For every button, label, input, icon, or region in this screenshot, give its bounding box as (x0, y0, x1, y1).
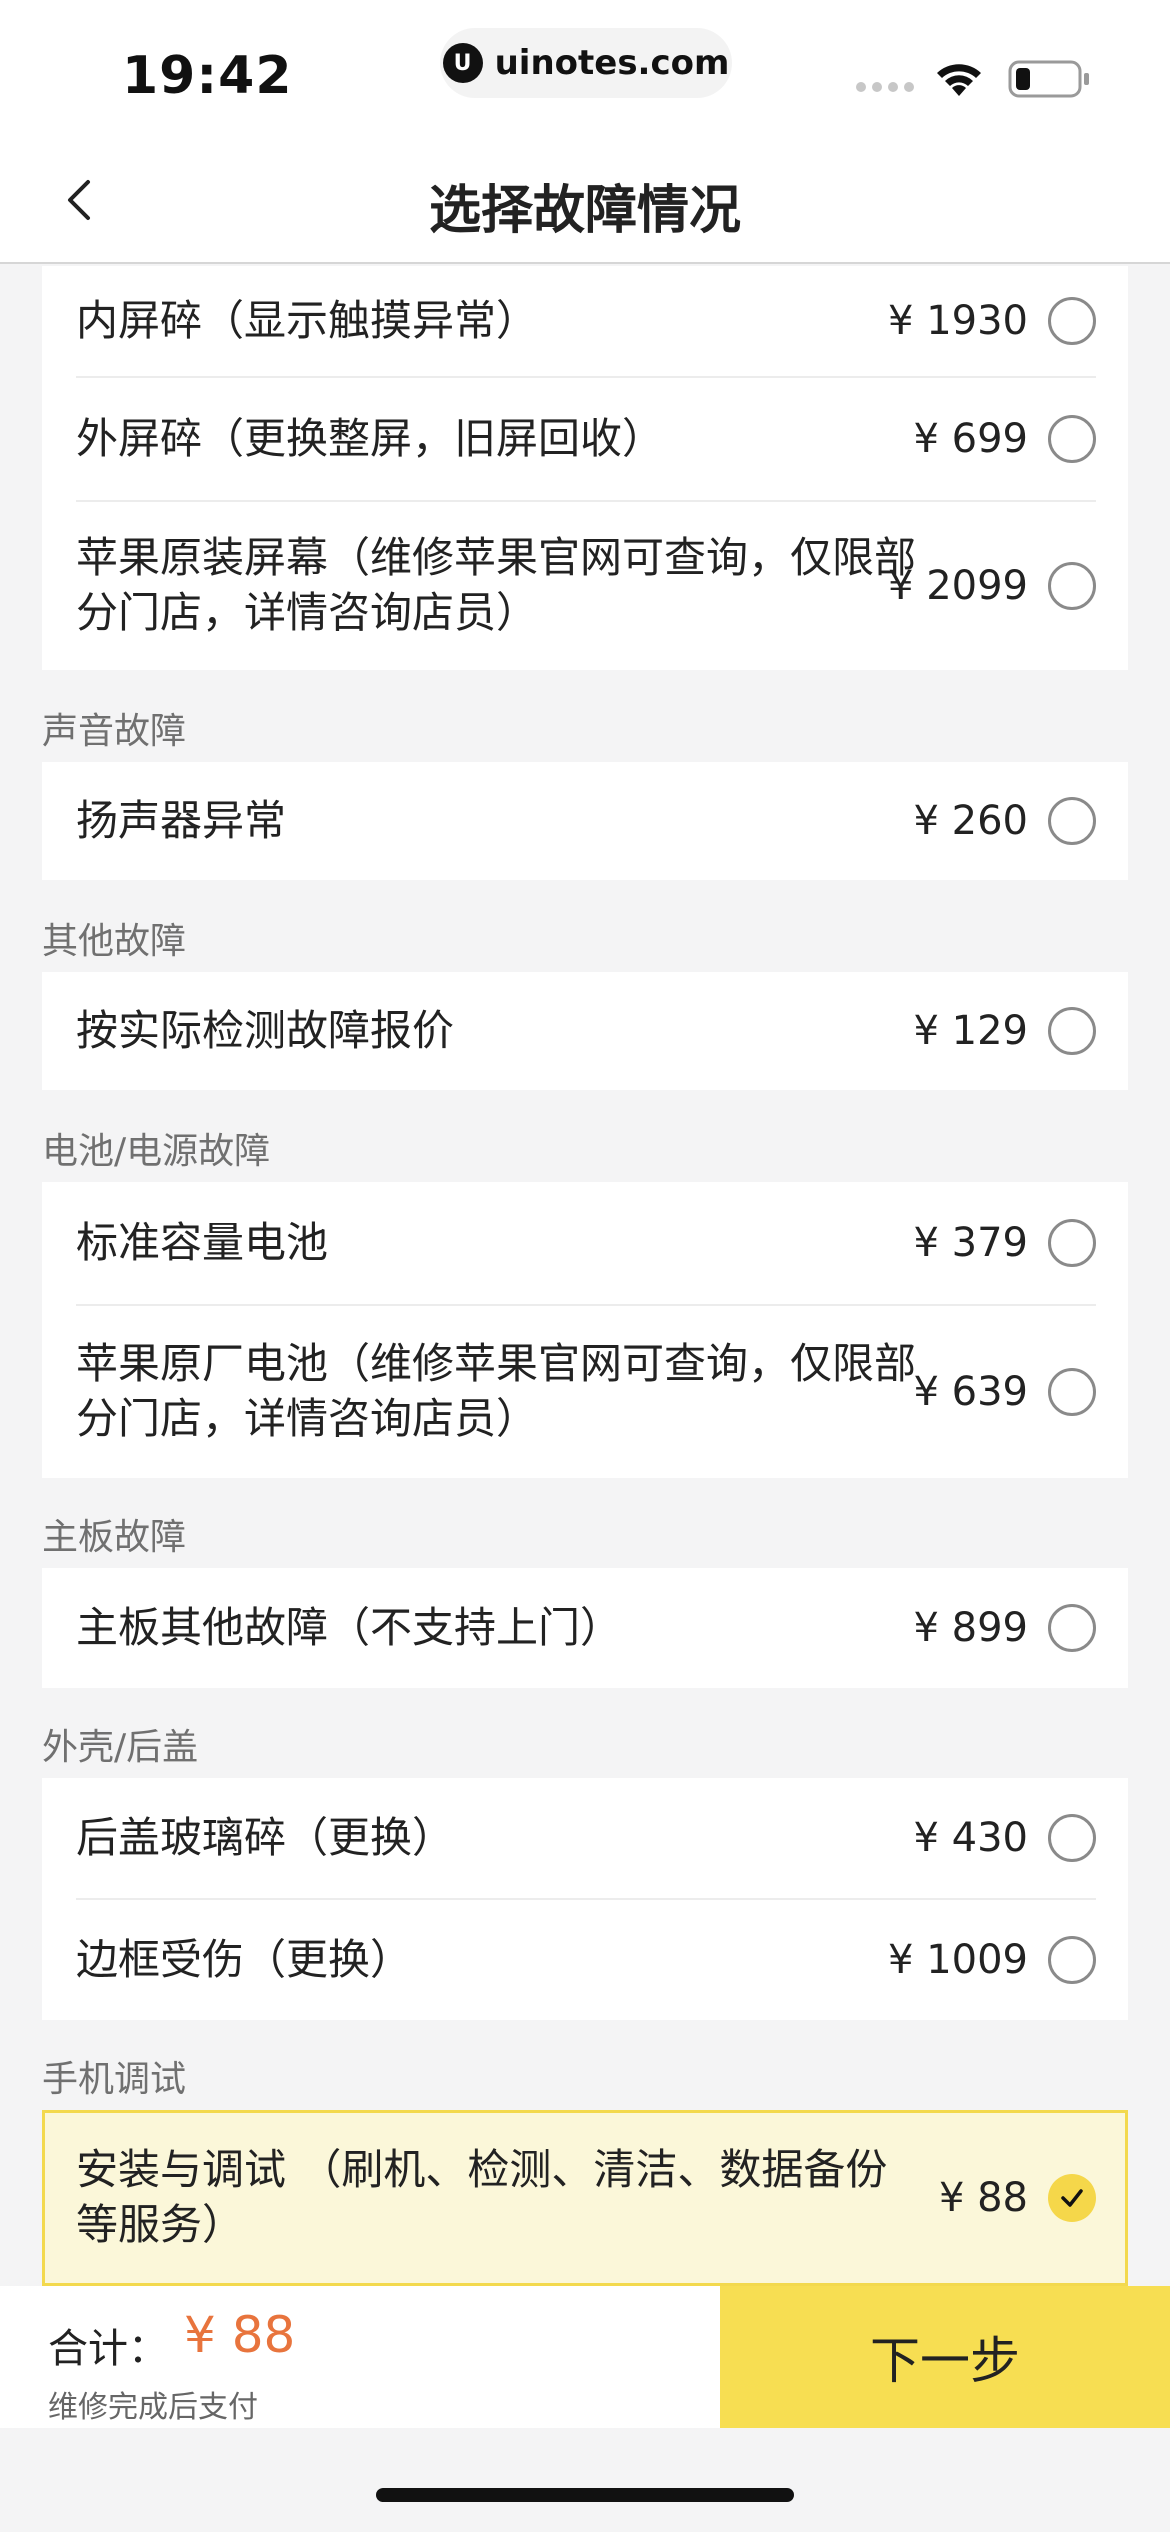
status-bar: 19:42 U uinotes.com (0, 0, 1170, 140)
fault-option-row[interactable]: 后盖玻璃碎（更换） ¥ 430 (42, 1778, 1128, 1898)
url-pill[interactable]: U uinotes.com (440, 28, 732, 98)
fault-option-label: 苹果原厂电池（维修苹果官网可查询，仅限部分门店，详情咨询店员） (76, 1339, 917, 1443)
section-header-debug: 手机调试 (42, 2059, 187, 2100)
section-header-sound: 声音故障 (42, 711, 187, 752)
fault-option-row[interactable]: 内屏碎（显示触摸异常） ¥ 1930 (42, 266, 1128, 376)
fault-option-price: ¥ 639 (913, 1369, 1028, 1415)
fault-option-price: ¥ 430 (913, 1815, 1028, 1861)
radio-button[interactable] (1048, 797, 1096, 845)
sound-fault-card: 扬声器异常 ¥ 260 (42, 762, 1128, 880)
fault-option-price: ¥ 379 (913, 1220, 1028, 1266)
radio-button[interactable] (1048, 415, 1096, 463)
total-amount: ¥ 88 (184, 2306, 296, 2364)
app-root: 19:42 U uinotes.com 选择故障情况 内屏碎（显示触摸异常） ¥ (0, 0, 1170, 2532)
site-logo-icon: U (442, 43, 483, 83)
radio-button[interactable] (1048, 1007, 1096, 1055)
radio-button[interactable] (1048, 562, 1096, 610)
fault-option-label: 后盖玻璃碎（更换） (76, 1812, 455, 1862)
status-time: 19:42 (122, 46, 293, 106)
payment-note: 维修完成后支付 (48, 2390, 258, 2425)
radio-button[interactable] (1048, 297, 1096, 345)
wifi-icon (937, 64, 981, 96)
debug-service-card: 安装与调试 （刷机、检测、清洁、数据备份等服务） ¥ 88 (42, 2110, 1128, 2286)
fault-option-price: ¥ 2099 (888, 563, 1028, 609)
next-step-button[interactable]: 下一步 (720, 2286, 1170, 2428)
fault-option-price: ¥ 1009 (888, 1937, 1028, 1983)
bottom-action-bar: 合计： ¥ 88 维修完成后支付 下一步 (0, 2286, 1170, 2428)
fault-option-row[interactable]: 外屏碎（更换整屏，旧屏回收） ¥ 699 (42, 378, 1128, 500)
fault-option-label: 外屏碎（更换整屏，旧屏回收） (76, 413, 665, 463)
fault-option-row[interactable]: 苹果原装屏幕（维修苹果官网可查询，仅限部分门店，详情咨询店员） ¥ 2099 (42, 502, 1128, 670)
url-text: uinotes.com (494, 43, 730, 83)
fault-option-label: 扬声器异常 (76, 795, 287, 845)
fault-option-price: ¥ 129 (913, 1008, 1028, 1054)
fault-option-price: ¥ 899 (913, 1605, 1028, 1651)
mainboard-fault-card: 主板其他故障（不支持上门） ¥ 899 (42, 1568, 1128, 1688)
total-label: 合计： (48, 2326, 168, 2372)
fault-option-price: ¥ 699 (913, 416, 1028, 462)
section-header-other: 其他故障 (42, 921, 187, 962)
page-title: 选择故障情况 (428, 181, 741, 241)
fault-option-row[interactable]: 边框受伤（更换） ¥ 1009 (42, 1900, 1128, 2020)
fault-option-label: 安装与调试 （刷机、检测、清洁、数据备份等服务） (76, 2145, 888, 2249)
home-indicator[interactable] (376, 2488, 794, 2502)
fault-option-label: 按实际检测故障报价 (76, 1005, 455, 1055)
section-header-battery: 电池/电源故障 (42, 1131, 271, 1172)
nav-bar: 选择故障情况 (0, 140, 1170, 264)
fault-option-row[interactable]: 扬声器异常 ¥ 260 (42, 762, 1128, 880)
fault-option-label: 边框受伤（更换） (76, 1934, 413, 1984)
fault-option-row[interactable]: 按实际检测故障报价 ¥ 129 (42, 972, 1128, 1090)
radio-button[interactable] (1048, 1936, 1096, 1984)
fault-option-price: ¥ 88 (938, 2175, 1028, 2221)
fault-option-row[interactable]: 标准容量电池 ¥ 379 (42, 1182, 1128, 1304)
battery-fault-card: 标准容量电池 ¥ 379 苹果原厂电池（维修苹果官网可查询，仅限部分门店，详情咨… (42, 1182, 1128, 1478)
fault-option-row[interactable]: 主板其他故障（不支持上门） ¥ 899 (42, 1568, 1128, 1688)
check-icon (1061, 2189, 1083, 2207)
fault-option-label: 内屏碎（显示触摸异常） (76, 295, 539, 345)
fault-option-price: ¥ 1930 (888, 298, 1028, 344)
fault-option-row[interactable]: 苹果原厂电池（维修苹果官网可查询，仅限部分门店，详情咨询店员） ¥ 639 (42, 1306, 1128, 1478)
other-fault-card: 按实际检测故障报价 ¥ 129 (42, 972, 1128, 1090)
fault-option-price: ¥ 260 (913, 798, 1028, 844)
battery-icon (1008, 60, 1089, 98)
section-header-shell: 外壳/后盖 (42, 1727, 199, 1768)
fault-option-row-selected[interactable]: 安装与调试 （刷机、检测、清洁、数据备份等服务） ¥ 88 (45, 2113, 1125, 2283)
radio-button[interactable] (1048, 1219, 1096, 1267)
section-header-mainboard: 主板故障 (42, 1517, 187, 1558)
radio-button-checked[interactable] (1048, 2174, 1096, 2222)
radio-button[interactable] (1048, 1604, 1096, 1652)
cellular-signal-icon (856, 82, 914, 92)
fault-option-label: 苹果原装屏幕（维修苹果官网可查询，仅限部分门店，详情咨询店员） (76, 533, 917, 637)
radio-button[interactable] (1048, 1814, 1096, 1862)
shell-fault-card: 后盖玻璃碎（更换） ¥ 430 边框受伤（更换） ¥ 1009 (42, 1778, 1128, 2020)
radio-button[interactable] (1048, 1368, 1096, 1416)
fault-option-label: 标准容量电池 (76, 1217, 329, 1267)
screen-fault-card: 内屏碎（显示触摸异常） ¥ 1930 外屏碎（更换整屏，旧屏回收） ¥ 699 … (42, 266, 1128, 670)
fault-option-label: 主板其他故障（不支持上门） (76, 1602, 623, 1652)
